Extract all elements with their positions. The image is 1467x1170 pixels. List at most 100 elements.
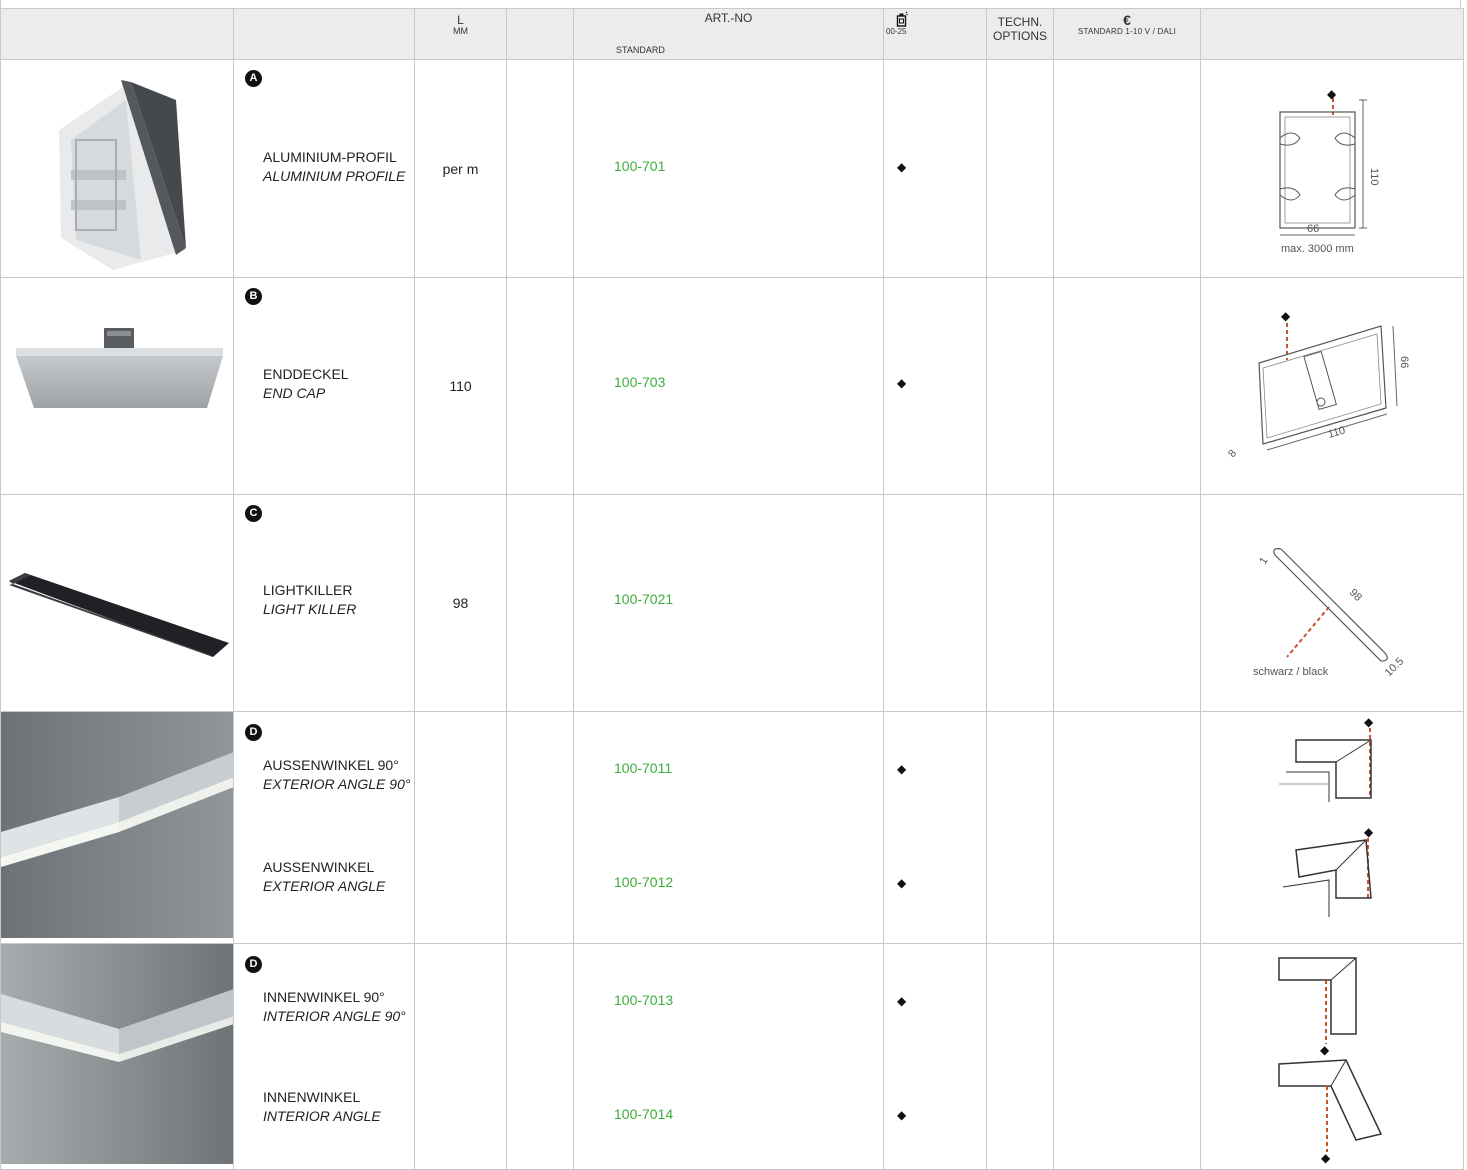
name-de: AUSSENWINKEL xyxy=(263,859,375,875)
header-techn-line1: TECHN. xyxy=(997,15,1043,29)
header-length-label: L xyxy=(457,13,464,27)
name-en: INTERIOR ANGLE xyxy=(263,1108,381,1124)
paint-available-icon: ◆ xyxy=(897,160,907,174)
product-photo-lightkiller xyxy=(0,494,234,712)
blank-cell xyxy=(506,494,574,712)
product-photo-endcap xyxy=(0,277,234,495)
euro-icon: € xyxy=(1123,12,1131,28)
dim-note: max. 3000 mm xyxy=(1281,243,1354,255)
name-de: ENDDECKEL xyxy=(263,366,349,382)
aluminium-profile-image xyxy=(59,80,186,270)
product-name-c: LIGHTKILLER LIGHT KILLER xyxy=(263,581,356,619)
name-cell-d2: D INNENWINKEL 90° INTERIOR ANGLE 90° INN… xyxy=(233,943,415,1170)
dim-thickness: 1 xyxy=(1257,555,1270,566)
artno-cell: 100-7013 100-7014 xyxy=(573,943,884,1170)
paint-cell: ◆ ◆ xyxy=(883,943,987,1170)
art-no-link[interactable]: 100-7012 xyxy=(614,874,673,890)
table-row: B ENDDECKEL END CAP 110 100-703 ◆ ◆ 66 1… xyxy=(0,277,1464,495)
paint-available-icon: ◆ xyxy=(897,1108,907,1122)
header-length-unit: MM xyxy=(453,26,468,36)
top-strip xyxy=(0,0,1461,8)
length-cell: per m xyxy=(414,59,507,278)
light-killer-image xyxy=(9,573,229,657)
svg-text:◆: ◆ xyxy=(1320,1043,1330,1057)
art-no-link[interactable]: 100-703 xyxy=(614,374,665,390)
header-row: L MM ART.-NO STANDARD 00-25 TECHN. OPTIO… xyxy=(0,8,1464,60)
svg-text:◆: ◆ xyxy=(1321,1151,1331,1164)
price-cell xyxy=(1053,943,1201,1170)
product-table: L MM ART.-NO STANDARD 00-25 TECHN. OPTIO… xyxy=(0,8,1464,1170)
artno-cell: 100-7011 100-7012 xyxy=(573,711,884,944)
dim-height: 66 xyxy=(1398,356,1410,368)
art-no-link[interactable]: 100-7014 xyxy=(614,1106,673,1122)
badge-a: A xyxy=(245,70,262,87)
header-price: € STANDARD 1-10 V / DALI xyxy=(1053,8,1201,60)
product-name-d2b: INNENWINKEL INTERIOR ANGLE xyxy=(263,1088,381,1126)
dim-width: 66 xyxy=(1307,223,1319,235)
product-name-d2a: INNENWINKEL 90° INTERIOR ANGLE 90° xyxy=(263,988,406,1026)
drawing-cell-a: ◆ 110 66 max. 3000 mm xyxy=(1200,59,1464,278)
artno-cell: 100-701 xyxy=(573,59,884,278)
product-name-a: ALUMINIUM-PROFIL ALUMINIUM PROFILE xyxy=(263,148,405,186)
price-cell xyxy=(1053,494,1201,712)
name-cell-a: A ALUMINIUM-PROFIL ALUMINIUM PROFILE xyxy=(233,59,415,278)
blank-cell xyxy=(506,711,574,944)
header-image xyxy=(0,8,234,60)
name-de: LIGHTKILLER xyxy=(263,582,353,598)
product-name-d1b: AUSSENWINKEL EXTERIOR ANGLE xyxy=(263,858,385,896)
art-no-link[interactable]: 100-7013 xyxy=(614,992,673,1008)
dim-width: 10.5 xyxy=(1383,655,1407,679)
length-cell xyxy=(414,943,507,1170)
paint-cell: ◆ ◆ xyxy=(883,711,987,944)
svg-text:◆: ◆ xyxy=(1281,309,1291,323)
price-cell xyxy=(1053,711,1201,944)
catalog-sheet: L MM ART.-NO STANDARD 00-25 TECHN. OPTIO… xyxy=(0,0,1467,1170)
header-techn: TECHN. OPTIONS xyxy=(986,8,1054,60)
paint-cell: ◆ xyxy=(883,59,987,278)
art-no-link[interactable]: 100-7021 xyxy=(614,591,673,607)
name-cell-d1: D AUSSENWINKEL 90° EXTERIOR ANGLE 90° AU… xyxy=(233,711,415,944)
art-no-link[interactable]: 100-701 xyxy=(614,158,665,174)
table-row: A ALUMINIUM-PROFIL ALUMINIUM PROFILE per… xyxy=(0,59,1464,278)
artno-cell: 100-7021 xyxy=(573,494,884,712)
name-en: LIGHT KILLER xyxy=(263,601,357,617)
art-no-link[interactable]: 100-7011 xyxy=(614,760,672,776)
color-note: schwarz / black xyxy=(1253,666,1329,678)
profile-section-drawing: ◆ 110 66 max. 3000 mm xyxy=(1279,87,1380,255)
name-de: AUSSENWINKEL 90° xyxy=(263,757,399,773)
product-name-b: ENDDECKEL END CAP xyxy=(263,365,349,403)
header-artno: ART.-NO STANDARD xyxy=(573,8,884,60)
blank-cell xyxy=(506,59,574,278)
techn-cell xyxy=(986,943,1054,1170)
price-cell xyxy=(1053,59,1201,278)
name-de: ALUMINIUM-PROFIL xyxy=(263,149,397,165)
badge-b: B xyxy=(245,288,262,305)
table-row: D INNENWINKEL 90° INTERIOR ANGLE 90° INN… xyxy=(0,943,1464,1170)
length-cell: 110 xyxy=(414,277,507,495)
header-blank xyxy=(506,8,574,60)
name-en: EXTERIOR ANGLE xyxy=(263,878,386,894)
dim-depth: 8 xyxy=(1226,448,1239,460)
product-photo-interior xyxy=(0,943,234,1170)
header-price-sub: STANDARD 1-10 V / DALI xyxy=(1077,27,1177,36)
header-length: L MM xyxy=(414,8,507,60)
techn-cell xyxy=(986,59,1054,278)
name-de: INNENWINKEL 90° xyxy=(263,989,385,1005)
blank-cell xyxy=(506,277,574,495)
blank-cell xyxy=(506,943,574,1170)
techn-cell xyxy=(986,711,1054,944)
name-cell-c: C LIGHTKILLER LIGHT KILLER xyxy=(233,494,415,712)
paint-available-icon: ◆ xyxy=(897,762,907,776)
header-paint: 00-25 xyxy=(883,8,987,60)
light-killer-drawing: 1 98 10.5 schwarz / black xyxy=(1253,548,1407,679)
techn-cell xyxy=(986,494,1054,712)
interior-angle-drawing: ◆ ◆ xyxy=(1278,957,1383,1165)
dim-height: 110 xyxy=(1368,168,1380,186)
price-cell xyxy=(1053,277,1201,495)
product-photo-profile xyxy=(0,59,234,278)
table-row: C LIGHTKILLER LIGHT KILLER 98 100-7021 1… xyxy=(0,494,1464,712)
svg-text:◆: ◆ xyxy=(1364,715,1374,729)
paint-can-icon xyxy=(896,11,908,27)
end-cap-drawing: ◆ 66 110 8 xyxy=(1226,309,1410,460)
end-cap-image xyxy=(16,328,223,408)
